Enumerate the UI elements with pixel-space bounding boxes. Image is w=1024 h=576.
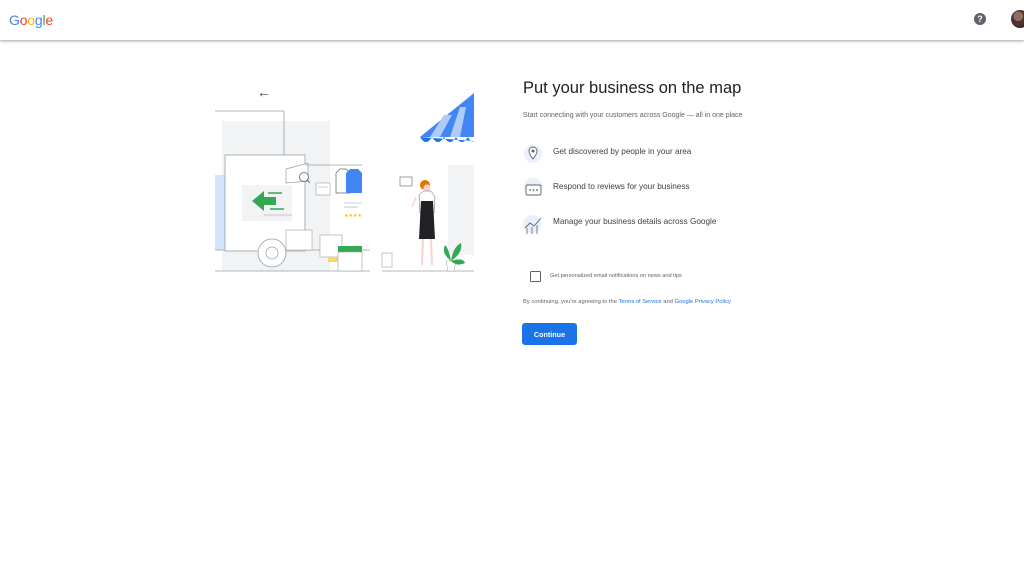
logo-letter: e (45, 12, 53, 28)
page-title: Put your business on the map (523, 79, 742, 97)
rating-stars: ★★★★ (344, 213, 362, 219)
storefront-illustration: ★★★★ (215, 93, 474, 272)
email-notifications-checkbox[interactable] (530, 271, 541, 282)
analytics-chart-icon (523, 215, 542, 234)
privacy-policy-link[interactable]: Google Privacy Policy (675, 299, 731, 305)
email-notifications-label[interactable]: Get personalized email notifications on … (550, 273, 682, 279)
terms-and: and (661, 299, 675, 305)
shopping-bag-icon (381, 252, 393, 268)
google-logo[interactable]: Google (9, 12, 53, 28)
top-app-bar: Google ? (0, 0, 1024, 40)
help-icon[interactable]: ? (974, 13, 986, 25)
terms-of-service-link[interactable]: Terms of Service (618, 299, 661, 305)
chat-bubble-icon (399, 176, 413, 187)
logo-letter: o (27, 12, 35, 28)
continue-button[interactable]: Continue (522, 323, 577, 345)
feature-text: Respond to reviews for your business (553, 182, 690, 191)
blue-shirt-icon (346, 169, 362, 193)
location-pin-icon (524, 145, 542, 163)
terms-prefix: By continuing, you're agreeing to the (523, 299, 619, 305)
account-avatar[interactable] (1011, 10, 1024, 28)
terms-text: By continuing, you're agreeing to the Te… (523, 299, 731, 305)
review-chat-icon (524, 178, 542, 196)
logo-letter: G (9, 12, 20, 28)
feature-text: Manage your business details across Goog… (553, 217, 717, 226)
page-subtitle: Start connecting with your customers acr… (523, 112, 743, 119)
feature-text: Get discovered by people in your area (553, 147, 692, 156)
green-box (338, 246, 362, 252)
